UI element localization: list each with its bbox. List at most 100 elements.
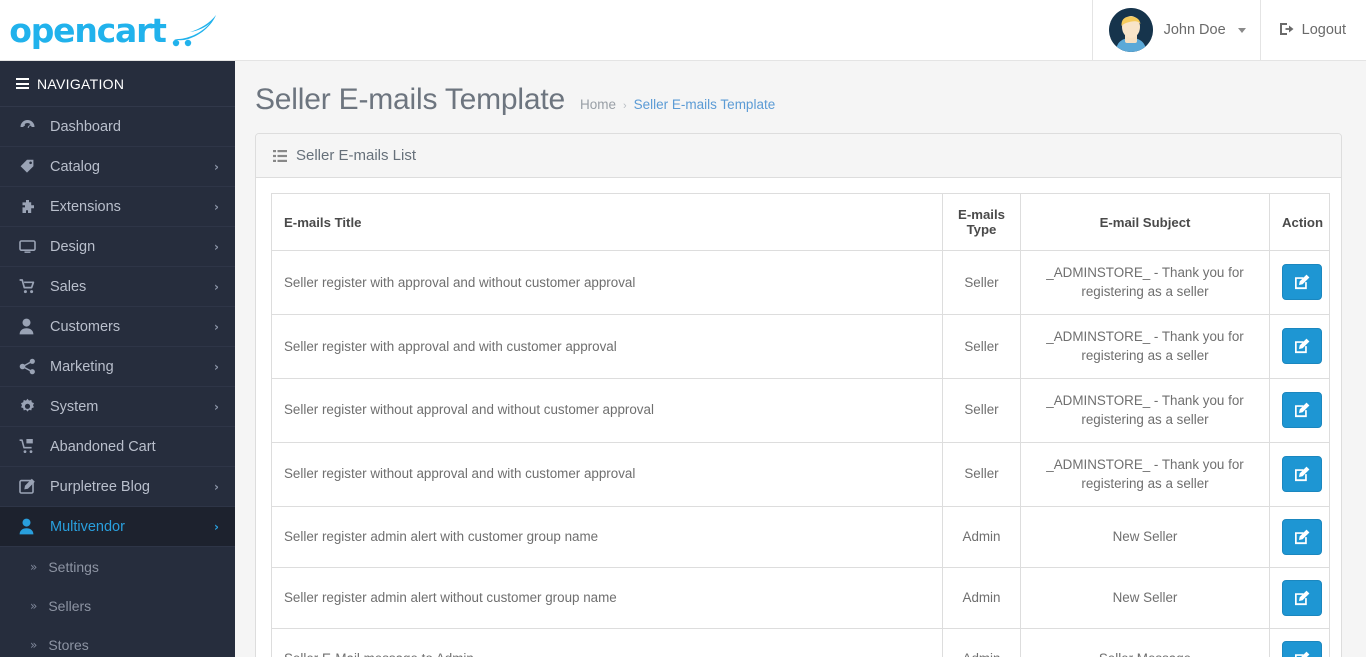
logo-swoosh-icon: [170, 13, 226, 47]
table-row: Seller register with approval and with c…: [271, 313, 1330, 379]
chevron-right-icon: ›: [214, 479, 219, 494]
navigation-header[interactable]: NAVIGATION: [0, 61, 235, 107]
puzzle-icon: [19, 198, 41, 215]
cell-email-title: Seller register without approval and wit…: [271, 377, 943, 443]
double-chevron-icon: »: [30, 637, 38, 652]
table-row: Seller register admin alert with custome…: [271, 505, 1330, 568]
sidebar-item-sales[interactable]: Sales ›: [0, 267, 235, 307]
avatar: [1108, 8, 1153, 52]
pencil-square-icon: [19, 478, 41, 495]
cell-email-subject: _ADMINSTORE_ - Thank you for registering…: [1020, 441, 1270, 507]
sidebar-item-label: Marketing: [50, 358, 114, 375]
table-row: Seller register without approval and wit…: [271, 377, 1330, 443]
breadcrumb-item[interactable]: Seller E-mails Template: [634, 97, 776, 112]
logo-text: opencart: [9, 10, 167, 50]
cell-action: [1269, 313, 1330, 379]
sidebar-menu: Dashboard Catalog › Extensions › Design › Sales…: [0, 107, 235, 547]
sidebar-subitem-label: Sellers: [48, 597, 92, 614]
table-row: Seller register without approval and wit…: [271, 441, 1330, 507]
chevron-down-icon: [1237, 27, 1246, 33]
column-header-e-mails-title: E-mails Title: [271, 193, 943, 251]
sidebar-item-label: Dashboard: [50, 118, 121, 135]
header-actions: John Doe Logout: [1091, 0, 1366, 60]
sidebar-item-customers[interactable]: Customers ›: [0, 307, 235, 347]
sidebar-item-purpletree-blog[interactable]: Purpletree Blog ›: [0, 467, 235, 507]
header-spacer: [235, 0, 1092, 60]
chevron-right-icon: ›: [214, 199, 219, 214]
sidebar-item-system[interactable]: System ›: [0, 387, 235, 427]
edit-button[interactable]: [1282, 456, 1322, 493]
double-chevron-icon: »: [30, 598, 38, 613]
panel-body: E-mails Title E-mails Type E-mail Subject A…: [256, 178, 1341, 657]
chevron-right-icon: ›: [214, 279, 219, 294]
sidebar-item-label: System: [50, 398, 99, 415]
sidebar-item-abandoned-cart[interactable]: Abandoned Cart: [0, 427, 235, 467]
sidebar-item-dashboard[interactable]: Dashboard: [0, 107, 235, 147]
page-header: Seller E-mails Template Home › Seller E-ma…: [235, 61, 1366, 133]
logout-icon: [1279, 21, 1295, 40]
edit-button[interactable]: [1282, 264, 1322, 301]
cell-action: [1269, 250, 1330, 315]
edit-pencil-icon: [1294, 590, 1310, 606]
gear-icon: [19, 398, 41, 415]
dashboard-icon: [19, 118, 41, 135]
profile-name: John Doe: [1163, 22, 1226, 38]
cell-email-type: Seller: [942, 313, 1021, 379]
sidebar-item-label: Abandoned Cart: [50, 438, 156, 455]
double-chevron-icon: »: [30, 559, 38, 574]
table-row: Seller register with approval and withou…: [271, 250, 1330, 315]
edit-button[interactable]: [1282, 640, 1322, 657]
cell-email-subject: _ADMINSTORE_ - Thank you for registering…: [1020, 313, 1270, 379]
sidebar-item-design[interactable]: Design ›: [0, 227, 235, 267]
edit-button[interactable]: [1282, 392, 1322, 429]
main-content: Seller E-mails Template Home › Seller E-ma…: [235, 61, 1366, 657]
edit-pencil-icon: [1294, 651, 1310, 657]
edit-button[interactable]: [1282, 518, 1322, 555]
table-head: E-mails Title E-mails Type E-mail Subject A…: [271, 193, 1330, 251]
profile-menu[interactable]: John Doe: [1091, 0, 1260, 60]
sidebar-item-label: Customers: [50, 318, 121, 335]
edit-button[interactable]: [1282, 328, 1322, 365]
sidebar-submenu: » Settings » Sellers » Stores: [0, 547, 235, 657]
sidebar-item-extensions[interactable]: Extensions ›: [0, 187, 235, 227]
share-icon: [19, 358, 41, 375]
user-icon: [19, 318, 41, 335]
chevron-right-icon: ›: [214, 359, 219, 374]
cell-email-title: Seller register without approval and wit…: [271, 441, 943, 507]
edit-pencil-icon: [1294, 402, 1310, 418]
breadcrumb-item[interactable]: Home: [580, 97, 616, 112]
sidebar-subitem-settings[interactable]: » Settings: [0, 547, 235, 586]
logout-button[interactable]: Logout: [1259, 0, 1366, 60]
cell-email-subject: Seller Message: [1020, 627, 1270, 657]
hamburger-icon: [16, 78, 29, 89]
edit-pencil-icon: [1294, 466, 1310, 482]
panel-title: Seller E-mails List: [296, 147, 417, 164]
tag-icon: [19, 158, 41, 175]
chevron-right-icon: ›: [214, 319, 219, 334]
desktop-icon: [19, 238, 41, 255]
seller-emails-panel: Seller E-mails List E-mails Title E-mails…: [255, 133, 1342, 657]
cell-action: [1269, 441, 1330, 507]
list-icon: [273, 149, 287, 162]
sidebar-item-multivendor[interactable]: Multivendor ›: [0, 507, 235, 547]
opencart-logo[interactable]: opencart: [0, 0, 235, 60]
cell-email-type: Admin: [942, 627, 1021, 657]
sidebar-subitem-stores[interactable]: » Stores: [0, 625, 235, 657]
cell-email-type: Seller: [942, 377, 1021, 443]
sidebar-subitem-label: Stores: [48, 636, 89, 653]
breadcrumb: Home › Seller E-mails Template: [580, 97, 775, 112]
seller-emails-table: E-mails Title E-mails Type E-mail Subject A…: [271, 193, 1330, 657]
cell-email-title: Seller register admin alert without cust…: [271, 566, 943, 629]
sidebar-item-marketing[interactable]: Marketing ›: [0, 347, 235, 387]
cell-email-subject: New Seller: [1020, 566, 1270, 629]
cell-action: [1269, 566, 1330, 629]
edit-pencil-icon: [1294, 338, 1310, 354]
cell-email-subject: _ADMINSTORE_ - Thank you for registering…: [1020, 377, 1270, 443]
sidebar-subitem-sellers[interactable]: » Sellers: [0, 586, 235, 625]
edit-pencil-icon: [1294, 274, 1310, 290]
cell-email-subject: _ADMINSTORE_ - Thank you for registering…: [1020, 250, 1270, 315]
edit-button[interactable]: [1282, 579, 1322, 616]
sidebar-item-label: Catalog: [50, 158, 100, 175]
chevron-right-icon: ›: [214, 519, 219, 534]
sidebar-item-catalog[interactable]: Catalog ›: [0, 147, 235, 187]
